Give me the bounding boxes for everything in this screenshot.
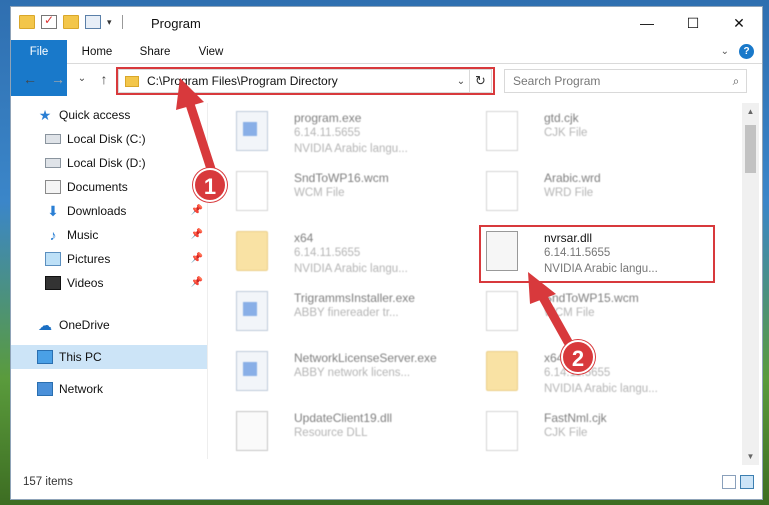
arrow-1-shaft [183, 93, 217, 177]
callout-1: 1 [193, 168, 227, 202]
arrow-2-head [528, 272, 556, 304]
arrow-1-head [176, 78, 204, 110]
annotation-arrows [176, 78, 573, 347]
callout-2: 2 [561, 340, 595, 374]
arrow-2-shaft [535, 287, 573, 347]
